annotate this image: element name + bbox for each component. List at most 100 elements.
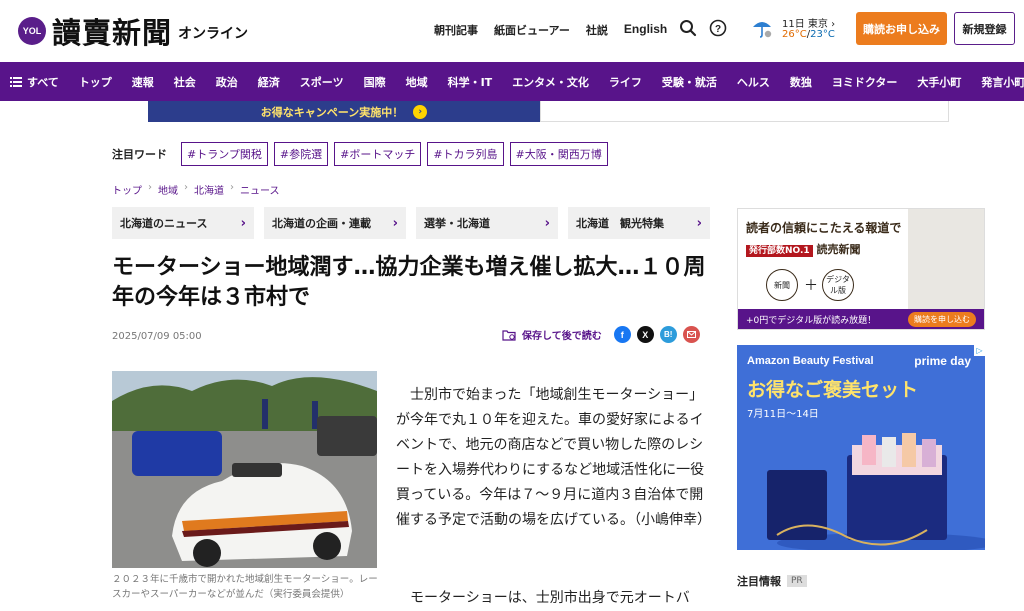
hatena-bookmark-icon[interactable]: B!	[659, 326, 677, 343]
folder-clock-icon[interactable]	[502, 329, 516, 341]
keyword-tag[interactable]: #ボートマッチ	[334, 142, 422, 166]
nav-item-politics[interactable]: 政治	[206, 62, 248, 101]
tab-hokkaido-election[interactable]: 選挙・北海道 ›	[416, 207, 558, 239]
register-button[interactable]: 新規登録	[954, 12, 1015, 45]
nav-item-otekomachi[interactable]: 大手小町	[907, 62, 971, 101]
main-nav: すべて トップ 速報 社会 政治 経済 スポーツ 国際 地域 科学・IT エンタ…	[0, 62, 1024, 101]
facebook-icon[interactable]: f	[613, 326, 631, 343]
keyword-tag[interactable]: #参院選	[273, 142, 329, 166]
breadcrumb-region[interactable]: 地域	[158, 182, 178, 197]
temp-low: 23°C	[810, 29, 835, 40]
ad-placeholder	[540, 101, 949, 122]
nav-item-region[interactable]: 地域	[396, 62, 438, 101]
chevron-right-icon: ›	[230, 182, 234, 193]
tab-label: 北海道のニュース	[120, 217, 208, 230]
arrow-right-icon: ›	[413, 104, 428, 119]
tab-hokkaido-tourism[interactable]: 北海道 観光特集 ›	[568, 207, 710, 239]
search-icon[interactable]	[679, 19, 697, 37]
breadcrumb: トップ › 地域 › 北海道 › ニュース	[112, 182, 280, 197]
campaign-banner[interactable]: お得なキャンペーン実施中！ ›	[148, 101, 540, 122]
ad-circle-digital: デジタル版	[822, 269, 854, 301]
article-date: 2025/07/09 05:00	[112, 331, 202, 342]
article-headline: モーターショー地域潤す…協力企業も増え催し拡大…１０周年の今年は３市村で	[112, 255, 706, 310]
breadcrumb-news[interactable]: ニュース	[240, 182, 280, 197]
nav-item-health[interactable]: ヘルス	[727, 62, 780, 101]
gift-box-image	[767, 433, 985, 550]
ad-subtitle: 発行部数NO.1 読売新聞	[746, 241, 861, 257]
nav-item-top[interactable]: トップ	[69, 62, 122, 101]
nav-menu-all[interactable]: すべて	[0, 62, 69, 101]
no1-badge: 発行部数NO.1	[746, 245, 813, 257]
chevron-right-icon: ›	[696, 215, 702, 231]
tab-hokkaido-features[interactable]: 北海道の企画・連載 ›	[264, 207, 406, 239]
nav-item-exams[interactable]: 受験・就活	[652, 62, 727, 101]
nav-item-life[interactable]: ライフ	[599, 62, 652, 101]
link-english[interactable]: English	[624, 22, 667, 38]
save-for-later-button[interactable]: 保存して後で読む	[522, 327, 602, 342]
nav-item-world[interactable]: 国際	[354, 62, 396, 101]
tab-label: 選挙・北海道	[424, 217, 490, 230]
keyword-tag[interactable]: #大阪・関西万博	[509, 142, 608, 166]
amazon-ad[interactable]: ▷ Amazon Beauty Festival prime day お得なご褒…	[737, 345, 985, 550]
campaign-label: お得なキャンペーン実施中！	[260, 105, 404, 119]
chevron-right-icon: ›	[240, 215, 246, 231]
nav-item-entertainment[interactable]: エンタメ・文化	[502, 62, 599, 101]
top-links: 朝刊記事 紙面ビューアー 社説 English	[434, 22, 667, 38]
tab-label: 北海道 観光特集	[576, 217, 664, 230]
ad-circle-newspaper: 新聞	[766, 269, 798, 301]
ad-bar-text: +0円でデジタル版が読み放題！	[746, 315, 877, 326]
nav-item-economy[interactable]: 経済	[248, 62, 290, 101]
ad-prime-day: prime day	[914, 354, 971, 368]
temp-high: 26°C	[782, 29, 807, 40]
link-editorial[interactable]: 社説	[586, 22, 608, 38]
nav-item-hatsugen[interactable]: 発言小町	[971, 62, 1024, 101]
article-paragraph: モーターショーは、士別市出身で元オートバ	[396, 590, 690, 606]
subscription-ad[interactable]: 読者の信頼にこたえる報道で 発行部数NO.1 読売新聞 新聞 ＋ デジタル版 +…	[737, 208, 985, 330]
nav-item-yomidr[interactable]: ヨミドクター	[822, 62, 908, 101]
chevron-right-icon: ›	[148, 182, 152, 193]
tab-hokkaido-news[interactable]: 北海道のニュース ›	[112, 207, 254, 239]
weather-date-city: 11日 東京 ›	[782, 15, 835, 30]
umbrella-icon	[753, 22, 772, 38]
help-icon[interactable]: ?	[709, 19, 727, 37]
link-paper-viewer[interactable]: 紙面ビューアー	[494, 22, 570, 38]
ad-plus: ＋	[804, 278, 818, 294]
weather-temps: 26°C/23°C	[782, 29, 835, 40]
chevron-right-icon: ›	[184, 182, 188, 193]
ad-dates: 7月11日～14日	[747, 409, 819, 420]
keyword-tag[interactable]: #トランプ関税	[181, 142, 268, 166]
keyword-tag[interactable]: #トカラ列島	[427, 142, 504, 166]
x-twitter-icon[interactable]: X	[636, 326, 654, 343]
link-morning-edition[interactable]: 朝刊記事	[434, 22, 478, 38]
logo-suffix: オンライン	[178, 26, 249, 42]
category-tabs: 北海道のニュース › 北海道の企画・連載 › 選挙・北海道 › 北海道 観光特集 ›	[112, 207, 710, 239]
ad-bar: +0円でデジタル版が読み放題！ 購読を申し込む	[738, 309, 984, 329]
ad-event-name: Amazon Beauty Festival	[747, 355, 874, 367]
nav-item-sudoku[interactable]: 数独	[780, 62, 822, 101]
article-photo[interactable]	[112, 371, 377, 568]
ad-subscribe-button[interactable]: 購読を申し込む	[908, 311, 976, 327]
adchoices-icon[interactable]: ▷	[974, 345, 985, 356]
logo-title: 讀賣新聞	[52, 16, 173, 50]
svg-text:?: ?	[715, 24, 721, 35]
chevron-right-icon: ›	[544, 215, 550, 231]
breadcrumb-top[interactable]: トップ	[112, 182, 142, 197]
nav-item-society[interactable]: 社会	[164, 62, 206, 101]
nav-item-breaking[interactable]: 速報	[122, 62, 164, 101]
share-bar: 保存して後で読む f X B!	[502, 326, 700, 343]
newspaper-image	[908, 209, 984, 309]
ad-brand: 読売新聞	[816, 243, 861, 256]
nav-item-sports[interactable]: スポーツ	[290, 62, 354, 101]
tab-label: 北海道の企画・連載	[272, 217, 371, 230]
chevron-right-icon: ›	[392, 215, 398, 231]
nav-item-science[interactable]: 科学・IT	[438, 62, 503, 101]
mail-icon[interactable]	[682, 326, 700, 343]
site-header: YOL 讀賣新聞 オンライン 朝刊記事 紙面ビューアー 社説 English ?…	[0, 0, 1024, 62]
notice-title: 注目情報	[737, 575, 781, 588]
photo-caption: ２０２３年に千歳市で開かれた地域創生モーターショー。レースカーやスーパーカーなど…	[112, 574, 378, 600]
breadcrumb-hokkaido[interactable]: 北海道	[194, 182, 224, 197]
subscribe-button[interactable]: 購読お申し込み	[856, 12, 947, 45]
site-logo[interactable]: YOL 讀賣新聞 オンライン	[18, 10, 248, 52]
nav-menu-label: すべて	[27, 75, 59, 89]
article-lead: 士別市で始まった「地域創生モーターショー」が今年で丸１０年を迎えた。車の愛好家に…	[396, 387, 711, 528]
